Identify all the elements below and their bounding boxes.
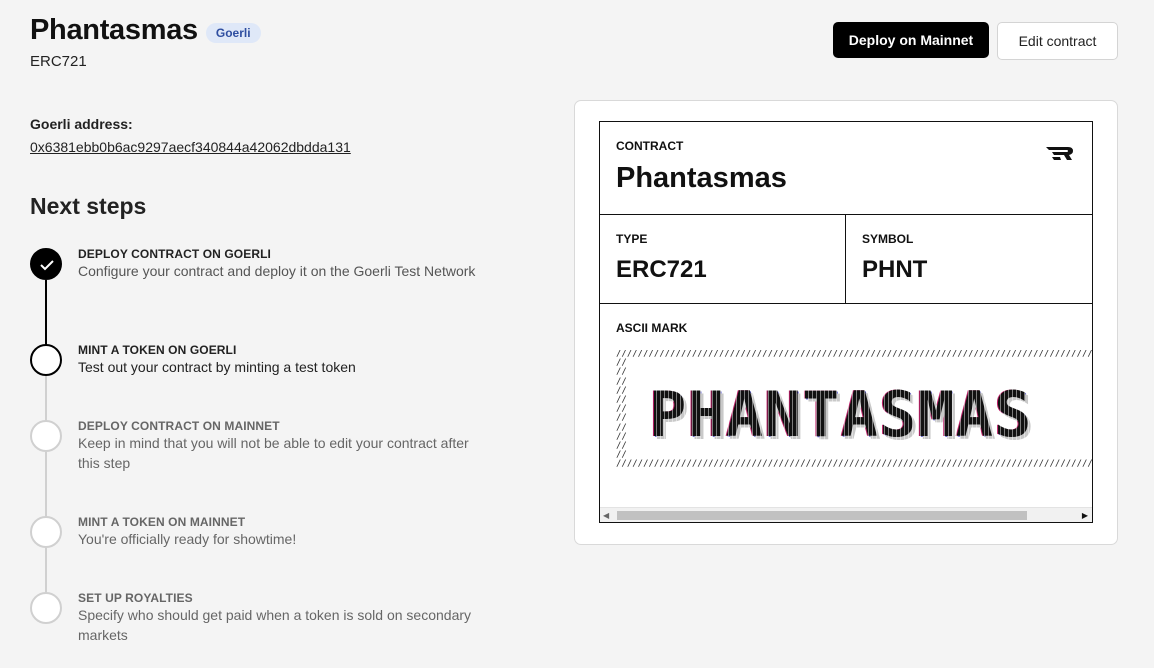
scrollbar-thumb[interactable] [617,511,1027,520]
divider [845,214,846,303]
contract-name: Phantasmas [616,162,787,194]
deploy-on-mainnet-button[interactable]: Deploy on Mainnet [833,22,989,58]
contract-card-inner: CONTRACT Phantasmas TYPE ERC721 SYMBOL P… [599,121,1093,523]
page-title: Phantasmas [30,14,198,46]
step-connector [45,452,47,517]
horizontal-scrollbar[interactable]: ◀ ▶ [600,507,1092,522]
step-title: MINT A TOKEN ON MAINNET [78,515,246,529]
ascii-mark-art[interactable]: ////////////////////////////////////////… [616,350,1092,485]
step-description: Test out your contract by minting a test… [78,359,356,375]
scroll-right-arrow-icon[interactable]: ▶ [1082,511,1088,520]
divider [600,303,1092,304]
type-label: TYPE [616,232,648,246]
step-title: DEPLOY CONTRACT ON GOERLI [78,247,271,261]
step-connector [45,376,47,421]
contract-type-subtitle: ERC721 [30,53,87,70]
edit-contract-button[interactable]: Edit contract [997,22,1118,60]
step-title: DEPLOY CONTRACT ON MAINNET [78,419,280,433]
step-description: Specify who should get paid when a token… [78,607,472,643]
check-icon [30,248,62,280]
step-title: MINT A TOKEN ON GOERLI [78,343,237,357]
step-current-indicator [30,344,62,376]
divider [600,214,1092,215]
type-value: ERC721 [616,256,707,283]
contract-label: CONTRACT [616,139,684,153]
goerli-address-link[interactable]: 0x6381ebb0b6ac9297aecf340844a42062dbdda1… [30,139,351,155]
symbol-value: PHNT [862,256,928,283]
step-description: Configure your contract and deploy it on… [78,263,476,279]
step-description: Keep in mind that you will not be able t… [78,435,469,471]
ascii-mark-label: ASCII MARK [616,321,688,335]
ascii-mark-word: PHANTASMAS [649,378,1033,451]
step-pending-indicator [30,420,62,452]
brand-logo-icon [1046,146,1074,167]
network-badge: Goerli [205,22,261,43]
step-pending-indicator [30,516,62,548]
step-pending-indicator [30,592,62,624]
scroll-left-arrow-icon[interactable]: ◀ [603,511,609,520]
next-steps-heading: Next steps [30,193,147,219]
title-row: Phantasmas Goerli [30,14,261,47]
goerli-address-label: Goerli address: [30,116,133,132]
step-title: SET UP ROYALTIES [78,591,193,605]
symbol-label: SYMBOL [862,232,914,246]
step-description: You're officially ready for showtime! [78,531,297,547]
step-connector-done [45,280,47,345]
step-connector [45,548,47,593]
